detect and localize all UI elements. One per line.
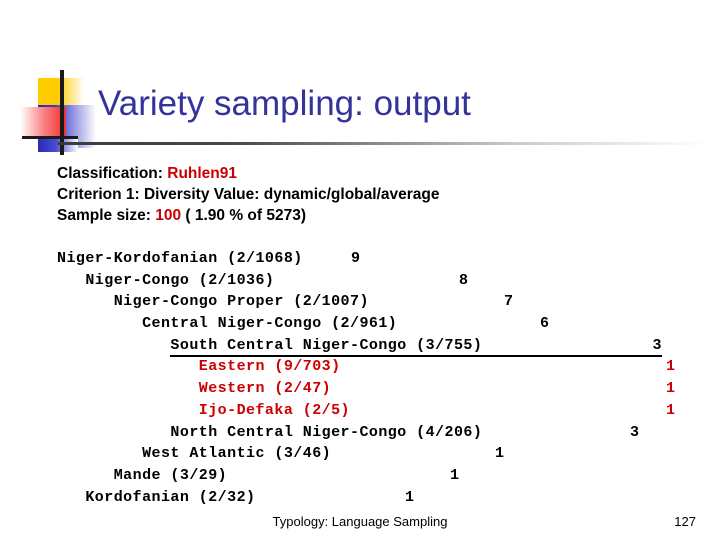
- tree-row: Niger-Congo Proper (2/1007) 7: [57, 291, 697, 313]
- tree-row-label: Niger-Congo (2/1036): [57, 271, 275, 289]
- tree-row-indent: [57, 337, 170, 354]
- tree-row-count: 8: [459, 271, 469, 289]
- tree-row-label: Mande (3/29): [57, 466, 228, 484]
- tree-row-count: 1: [405, 488, 415, 506]
- tree-row-count: 1: [495, 445, 505, 463]
- tree-row-label: Kordofanian (2/32): [57, 488, 256, 506]
- tree-row-label: North Central Niger-Congo (4/206): [57, 423, 483, 441]
- sample-size-value: 100: [155, 207, 182, 224]
- tree-row-label: Ijo-Defaka (2/5): [57, 401, 350, 419]
- tree-row: Ijo-Defaka (2/5) 1: [57, 400, 697, 422]
- classification-value: Ruhlen91: [167, 165, 238, 182]
- slide-body-header: Classification: Ruhlen91 Criterion 1: Di…: [57, 163, 439, 226]
- tree-row-underlined-content: South Central Niger-Congo (3/755) 3: [170, 336, 662, 357]
- logo-horizontal-bar: [22, 136, 78, 139]
- tree-row: Mande (3/29) 1: [57, 465, 697, 487]
- tree-row: Eastern (9/703) 1: [57, 356, 697, 378]
- tree-row: Niger-Kordofanian (2/1068) 9: [57, 248, 697, 270]
- title-divider-rule: [58, 142, 708, 145]
- footer-page-number: 127: [674, 514, 696, 529]
- tree-row: Niger-Congo (2/1036) 8: [57, 270, 697, 292]
- tree-row-label: Niger-Congo Proper (2/1007): [57, 293, 369, 311]
- tree-row-count: 1: [666, 358, 676, 376]
- tree-row-count: 6: [540, 315, 550, 333]
- classification-label: Classification:: [57, 165, 168, 182]
- tree-row-label: Niger-Kordofanian (2/1068): [57, 250, 303, 267]
- tree-row: West Atlantic (3/46) 1: [57, 443, 697, 465]
- tree-row: North Central Niger-Congo (4/206) 3: [57, 422, 697, 444]
- footer-title: Typology: Language Sampling: [272, 514, 448, 529]
- tree-row-count: 9: [351, 250, 361, 267]
- tree-row: Western (2/47) 1: [57, 378, 697, 400]
- criterion-line: Criterion 1: Diversity Value: dynamic/gl…: [57, 186, 440, 203]
- sample-size-label: Sample size:: [57, 207, 156, 224]
- tree-row-count: 7: [504, 293, 514, 311]
- sample-size-percent: ( 1.90 % of 5273): [181, 207, 307, 224]
- tree-row-count: 1: [666, 401, 676, 419]
- classification-line: Classification: Ruhlen91: [57, 163, 439, 184]
- tree-row-label: Western (2/47): [57, 380, 332, 398]
- tree-row-label: Eastern (9/703): [57, 358, 341, 376]
- sample-size-line: Sample size: 100 ( 1.90 % of 5273): [57, 205, 439, 226]
- tree-row-count: 1: [666, 380, 676, 398]
- tree-row: South Central Niger-Congo (3/755) 3: [57, 335, 697, 357]
- classification-tree: Niger-Kordofanian (2/1068) 9 Niger-Congo …: [57, 248, 697, 508]
- tree-row: Kordofanian (2/32) 1: [57, 487, 697, 509]
- tree-row-count: 3: [630, 423, 640, 441]
- slide-title: Variety sampling: output: [98, 84, 471, 123]
- tree-row: Central Niger-Congo (2/961) 6: [57, 313, 697, 335]
- tree-row-count: 1: [450, 466, 460, 484]
- tree-row-label: Central Niger-Congo (2/961): [57, 315, 398, 333]
- slide-logo-decoration: [0, 60, 110, 160]
- tree-row-label: West Atlantic (3/46): [57, 445, 332, 463]
